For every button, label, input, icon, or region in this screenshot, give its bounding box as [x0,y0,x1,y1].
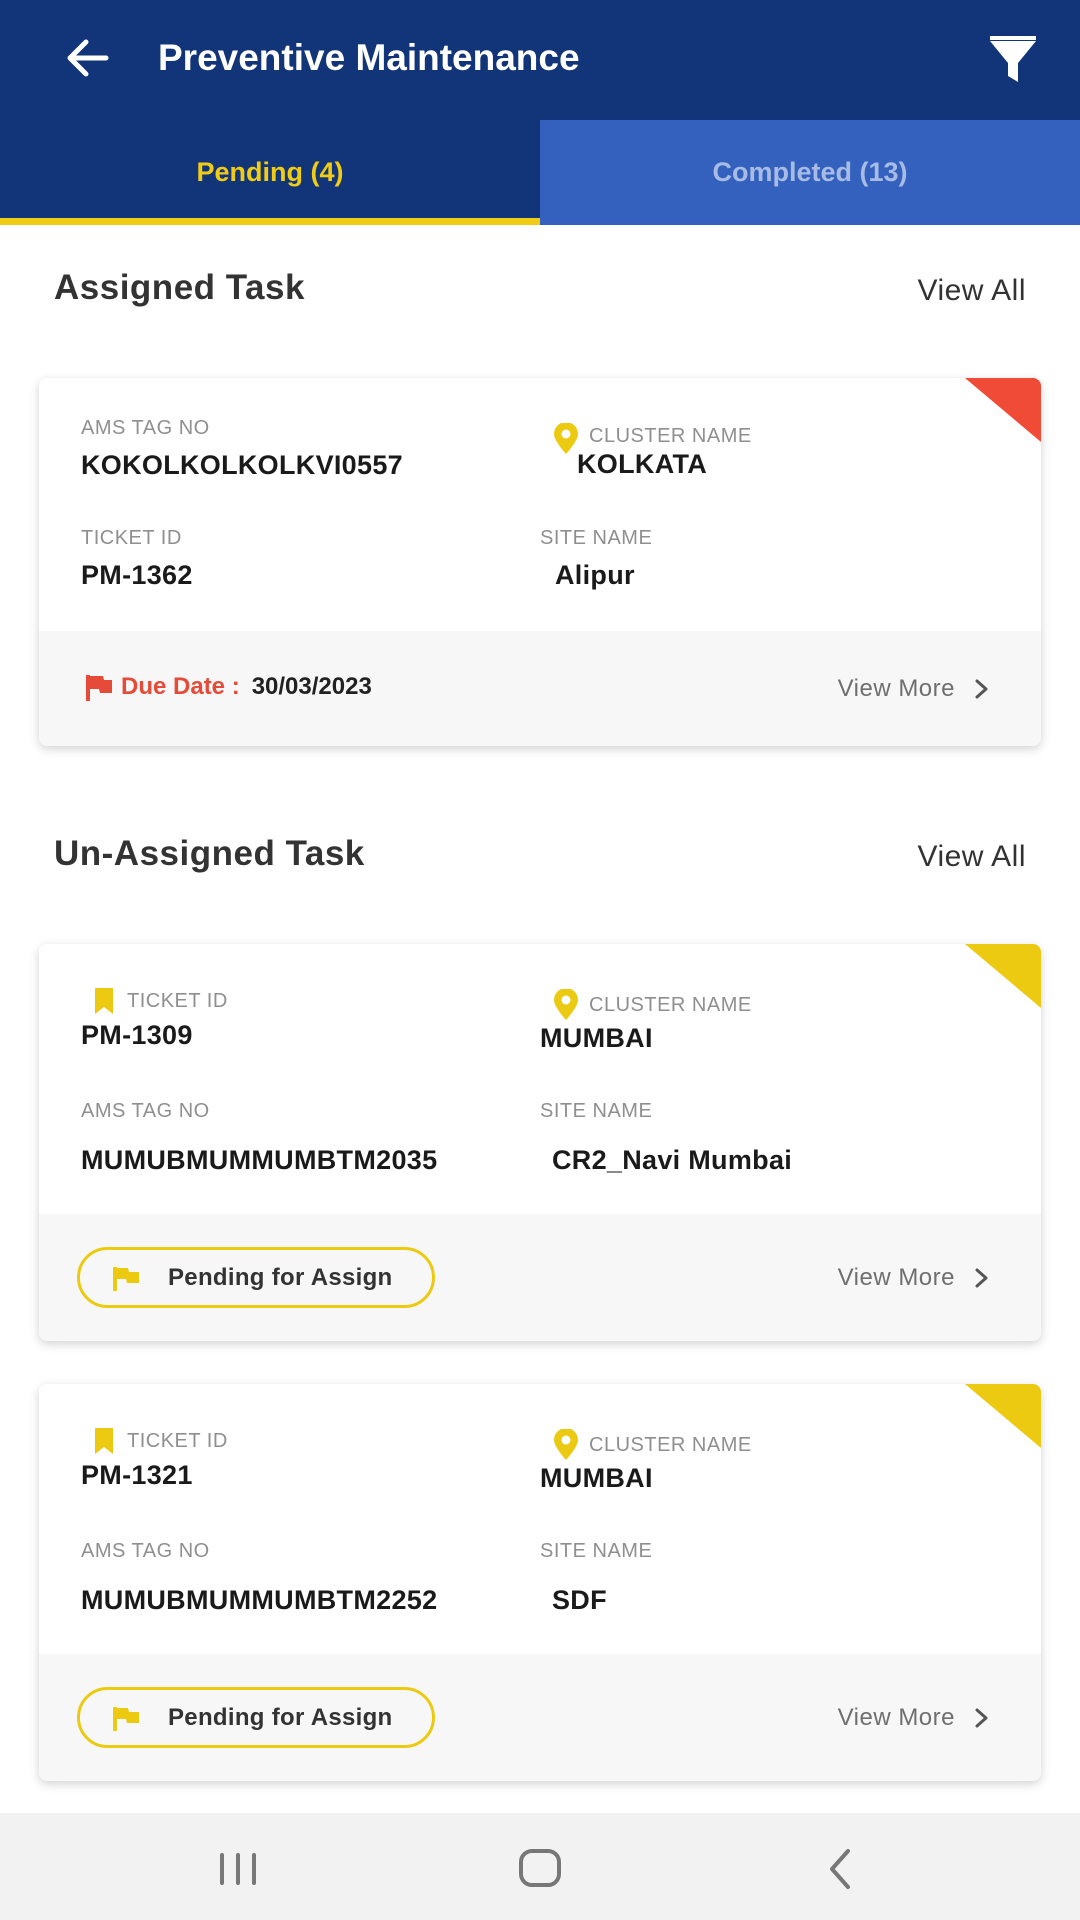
ticket-id-value: PM-1309 [81,1020,193,1050]
ticket-id-label: TICKET ID [127,1429,228,1452]
view-more-label: View More [837,674,955,702]
location-pin-icon [554,1429,578,1460]
yellow-flag-icon [113,1266,139,1291]
filter-button[interactable] [984,32,1042,90]
ams-tag-field: AMS TAG NO MUMUBMUMMUMBTM2252 [81,1540,437,1616]
site-name-label: SITE NAME [540,1100,653,1122]
cluster-value: MUMBAI [540,1463,653,1493]
due-date-label: Due Date : [121,673,240,700]
ticket-id-value: PM-1362 [81,560,193,590]
ams-tag-label: AMS TAG NO [81,1100,210,1122]
site-name-value: Alipur [555,560,635,590]
status-badge-text: Pending for Assign [168,1263,393,1291]
chevron-right-icon [975,1708,988,1727]
tab-pending[interactable]: Pending (4) [0,120,540,225]
due-date-value: 30/03/2023 [251,673,372,700]
assigned-section-title: Assigned Task [54,268,305,307]
assigned-view-all-link[interactable]: View All [917,274,1026,308]
cluster-label: CLUSTER NAME [589,1433,752,1456]
site-name-field: SITE NAME SDF [540,1540,652,1616]
chevron-right-icon [975,679,988,698]
card-footer: Pending for Assign View More [39,1214,1041,1341]
cluster-field: CLUSTER NAME KOLKATA [547,417,752,480]
back-nav-button[interactable] [812,1839,872,1899]
ticket-id-field: TICKET ID PM-1309 [81,986,228,1051]
ticket-id-field: TICKET ID PM-1362 [81,527,193,591]
due-date: Due Date : 30/03/2023 [83,671,372,703]
site-name-field: SITE NAME CR2_Navi Mumbai [540,1100,792,1176]
recent-apps-button[interactable] [208,1839,268,1899]
view-more-link[interactable]: View More [838,1264,991,1292]
unassigned-view-all-link[interactable]: View All [917,840,1026,874]
ams-tag-label: AMS TAG NO [81,1540,210,1562]
back-button[interactable] [60,30,116,86]
site-name-value: SDF [552,1585,607,1615]
ams-tag-field: AMS TAG NO MUMUBMUMMUMBTM2035 [81,1100,437,1176]
status-badge-text: Pending for Assign [168,1703,393,1731]
ticket-id-label: TICKET ID [81,527,182,549]
red-flag-icon [86,675,112,701]
cluster-field: CLUSTER NAME MUMBAI [540,1429,752,1494]
home-button[interactable] [510,1839,570,1899]
home-icon [519,1849,561,1887]
location-pin-icon [554,989,578,1020]
bookmark-icon [95,988,113,1014]
site-name-label: SITE NAME [540,1540,653,1562]
card-footer: Pending for Assign View More [39,1654,1041,1781]
unassigned-task-card[interactable]: TICKET ID PM-1321 CLUSTER NAME MUMBAI AM… [39,1384,1041,1781]
ams-tag-value: MUMUBMUMMUMBTM2035 [81,1145,438,1175]
ams-tag-label: AMS TAG NO [81,417,210,439]
view-more-label: View More [837,1263,955,1291]
cluster-label: CLUSTER NAME [589,993,752,1016]
site-name-value: CR2_Navi Mumbai [552,1145,793,1175]
yellow-flag-icon [113,1706,139,1731]
cluster-value: MUMBAI [540,1023,653,1053]
ticket-id-value: PM-1321 [81,1460,193,1490]
bookmark-icon [95,1428,113,1454]
ams-tag-value: MUMUBMUMMUMBTM2252 [81,1585,438,1615]
back-nav-icon [830,1849,850,1889]
view-more-label: View More [837,1703,955,1731]
card-footer: Due Date : 30/03/2023 View More [39,631,1041,746]
cluster-value: KOLKATA [577,449,708,479]
page-title: Preventive Maintenance [158,37,580,78]
ticket-id-field: TICKET ID PM-1321 [81,1426,228,1491]
recent-apps-icon [220,1853,256,1885]
app-bar: Preventive Maintenance [0,0,1080,120]
view-more-link[interactable]: View More [838,1704,991,1732]
site-name-field: SITE NAME Alipur [540,527,652,591]
status-badge: Pending for Assign [77,1687,435,1748]
overdue-corner-marker [965,378,1041,442]
status-badge: Pending for Assign [77,1247,435,1308]
unassigned-section-title: Un-Assigned Task [54,834,365,873]
pending-corner-marker [965,1384,1041,1448]
system-nav-bar [0,1813,1080,1920]
ams-tag-field: AMS TAG NO KOKOLKOLKOLKVI0557 [81,417,403,481]
ticket-id-label: TICKET ID [127,989,228,1012]
site-name-label: SITE NAME [540,527,653,549]
cluster-field: CLUSTER NAME MUMBAI [540,989,752,1054]
unassigned-task-card[interactable]: TICKET ID PM-1309 CLUSTER NAME MUMBAI AM… [39,944,1041,1341]
filter-icon [990,36,1036,82]
cluster-label: CLUSTER NAME [589,424,752,447]
arrow-left-icon [67,39,109,77]
pending-corner-marker [965,944,1041,1008]
ams-tag-value: KOKOLKOLKOLKVI0557 [81,450,403,480]
tab-bar: Pending (4) Completed (13) [0,120,1080,225]
chevron-right-icon [975,1268,988,1287]
assigned-task-card[interactable]: AMS TAG NO KOKOLKOLKOLKVI0557 CLUSTER NA… [39,378,1041,746]
tab-completed[interactable]: Completed (13) [540,120,1080,225]
view-more-link[interactable]: View More [838,675,991,703]
